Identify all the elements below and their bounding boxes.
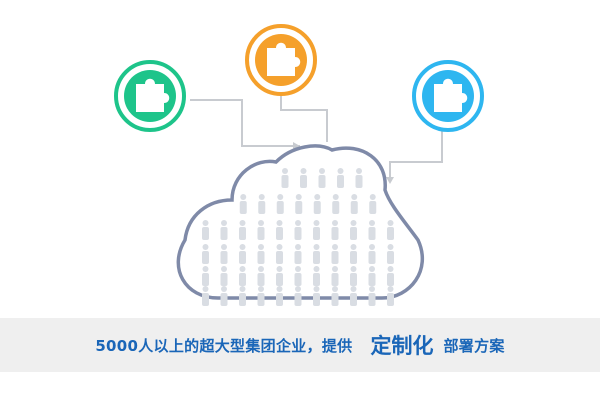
person-icon <box>202 286 209 306</box>
person-icon <box>331 244 339 264</box>
person-icon <box>332 194 340 214</box>
person-icon <box>276 266 283 286</box>
person-icon <box>368 244 376 264</box>
person-icon <box>258 194 266 214</box>
person-icon <box>331 220 339 240</box>
person-icon <box>276 220 283 240</box>
banner-tail-text: 部署方案 <box>443 336 505 355</box>
person-icon <box>294 220 302 240</box>
person-icon <box>337 168 344 188</box>
person-icon <box>355 168 363 188</box>
person-icon <box>257 266 265 286</box>
person-icon <box>313 194 321 214</box>
person-icon <box>239 194 247 214</box>
person-icon <box>202 266 209 286</box>
connector-green <box>190 99 300 147</box>
person-icon <box>387 244 394 264</box>
person-icon <box>202 244 209 264</box>
person-icon <box>331 286 339 306</box>
person-icon <box>350 220 357 240</box>
person-icon <box>313 220 320 240</box>
blue-circle <box>412 60 484 132</box>
person-icon <box>220 220 228 240</box>
person-icon <box>294 266 302 286</box>
person-icon <box>257 244 265 264</box>
person-icon <box>300 168 307 188</box>
person-icon <box>239 266 246 286</box>
person-icon <box>369 194 377 214</box>
person-icon <box>276 194 284 214</box>
banner-main-text: 5000人以上的超大型集团企业，提供 <box>95 336 353 355</box>
person-icon <box>331 266 339 286</box>
person-icon <box>295 194 303 214</box>
person-icon <box>350 194 358 214</box>
arrowhead-blue <box>386 177 394 184</box>
banner-highlight-text: 定制化 <box>370 334 434 358</box>
person-icon <box>294 244 302 264</box>
person-icon <box>220 286 228 306</box>
person-icon <box>313 286 320 306</box>
person-icon <box>257 220 265 240</box>
person-icon <box>387 286 394 306</box>
person-icon <box>350 286 357 306</box>
person-icon <box>220 266 228 286</box>
green-circle <box>114 60 186 132</box>
orange-circle <box>245 24 317 96</box>
person-icon <box>313 266 320 286</box>
banner: 5000人以上的超大型集团企业，提供 定制化 部署方案 <box>0 318 600 372</box>
person-icon <box>368 220 376 240</box>
person-icon <box>276 286 283 306</box>
person-icon <box>239 244 246 264</box>
person-icon <box>276 244 283 264</box>
person-icon <box>281 168 289 188</box>
person-icon <box>294 286 302 306</box>
person-icon <box>387 220 394 240</box>
person-icon <box>368 266 376 286</box>
person-icon <box>202 220 209 240</box>
person-icon <box>239 286 246 306</box>
person-icon <box>257 286 265 306</box>
person-icon <box>387 266 394 286</box>
person-icon <box>239 220 246 240</box>
person-icon <box>313 244 320 264</box>
person-icon <box>350 266 357 286</box>
person-icon <box>220 244 228 264</box>
person-icon <box>318 168 326 188</box>
person-icon <box>368 286 376 306</box>
person-icon <box>350 244 357 264</box>
